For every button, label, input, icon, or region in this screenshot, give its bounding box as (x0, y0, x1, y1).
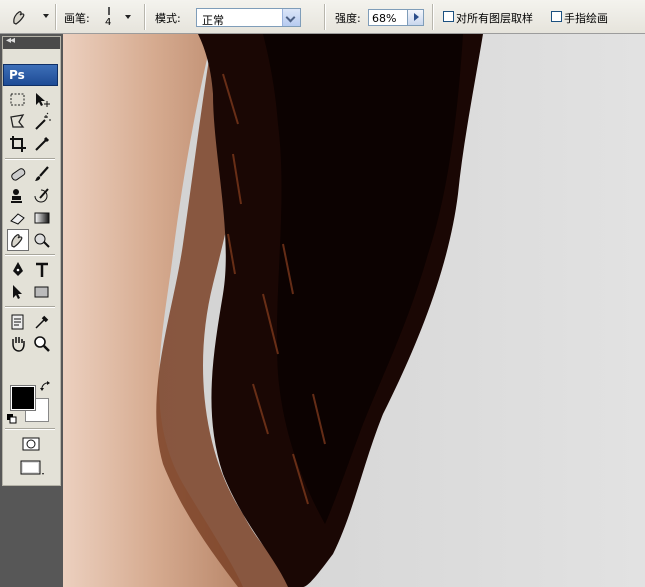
zoom-icon (34, 336, 50, 352)
toolbox-header[interactable]: ◂◂ (3, 35, 60, 49)
marquee-icon (10, 93, 25, 106)
foreground-color-swatch[interactable] (10, 385, 36, 411)
brush-tip-icon (108, 7, 110, 15)
crop-icon (10, 136, 26, 152)
finger-painting-label: 手指绘画 (564, 12, 608, 25)
image-canvas[interactable] (63, 34, 645, 587)
eraser-icon (10, 213, 25, 225)
screen-mode-icon (20, 460, 44, 475)
sample-all-layers-checkbox[interactable] (443, 11, 454, 22)
clone-stamp-icon (11, 189, 22, 203)
divider (5, 428, 55, 430)
eyedropper-icon (35, 315, 49, 329)
strength-label: 强度: (335, 12, 361, 25)
ps-logo-text: Ps (9, 68, 25, 82)
notes-icon (11, 314, 24, 330)
smudge-tool[interactable] (7, 229, 29, 251)
strength-slider-button[interactable] (407, 9, 424, 26)
separator (55, 4, 57, 30)
collapse-icon[interactable]: ◂◂ (6, 35, 15, 46)
slice-tool[interactable] (32, 134, 52, 154)
separator (324, 4, 326, 30)
shape-tool[interactable] (32, 282, 52, 302)
pen-tool[interactable] (8, 260, 28, 280)
photo-content (63, 34, 645, 587)
lasso-icon (10, 114, 25, 128)
finger-painting-checkbox[interactable] (551, 11, 562, 22)
dodge-icon (34, 233, 50, 248)
pen-icon (13, 262, 23, 276)
options-bar: 画笔: 4 模式: 正常 强度: 68% 对所有图层取样 手指绘画 (0, 0, 645, 34)
zoom-tool[interactable] (32, 334, 52, 354)
sample-all-layers-label: 对所有图层取样 (456, 12, 533, 25)
toolbox-panel: ◂◂ Ps (0, 34, 63, 587)
divider (5, 306, 55, 308)
separator (144, 4, 146, 30)
brush-tool[interactable] (32, 164, 52, 184)
path-select-icon (13, 285, 22, 299)
mode-label: 模式: (155, 12, 181, 25)
tool-preset-picker[interactable] (6, 5, 52, 29)
magic-wand-icon (35, 112, 51, 130)
chevron-down-icon (43, 14, 49, 18)
history-brush-tool[interactable] (32, 186, 52, 206)
strength-value: 68% (372, 12, 397, 25)
mode-value: 正常 (202, 14, 224, 27)
magic-wand-tool[interactable] (32, 112, 52, 132)
quick-mask-button[interactable] (21, 434, 41, 454)
crop-tool[interactable] (8, 134, 28, 154)
smudge-icon (11, 234, 23, 248)
strength-input[interactable]: 68% (368, 9, 408, 26)
eyedropper-slice-icon (35, 136, 50, 151)
divider (5, 254, 55, 256)
smudge-finger-icon (13, 11, 25, 25)
mode-select[interactable]: 正常 (196, 8, 301, 27)
healing-brush-tool[interactable] (8, 164, 28, 184)
gradient-icon (34, 212, 50, 224)
move-tool[interactable] (32, 90, 52, 110)
marquee-tool[interactable] (8, 90, 28, 110)
brush-dropdown-arrow[interactable] (125, 15, 131, 19)
screen-mode-button[interactable] (19, 458, 45, 478)
ps-logo[interactable]: Ps (3, 64, 58, 86)
brush-size-value: 4 (105, 17, 112, 28)
healing-brush-icon (11, 168, 26, 181)
type-icon (36, 262, 48, 277)
gradient-tool[interactable] (32, 208, 52, 228)
lasso-tool[interactable] (8, 112, 28, 132)
swap-colors-icon[interactable] (40, 381, 52, 393)
brush-icon (35, 166, 49, 181)
hand-icon (12, 337, 25, 352)
notes-tool[interactable] (8, 312, 28, 332)
chevron-down-icon[interactable] (282, 9, 300, 26)
path-selection-tool[interactable] (8, 282, 28, 302)
dodge-tool[interactable] (32, 230, 52, 250)
clone-stamp-tool[interactable] (8, 186, 28, 206)
divider (5, 158, 55, 160)
separator (432, 4, 434, 30)
default-colors-icon[interactable] (7, 414, 17, 424)
quick-mask-icon (22, 437, 40, 451)
history-brush-icon (34, 188, 49, 203)
brush-size-preview[interactable]: 4 (103, 6, 115, 28)
eyedropper-tool[interactable] (32, 312, 52, 332)
shape-icon (34, 286, 49, 298)
hand-tool[interactable] (8, 334, 28, 354)
type-tool[interactable] (32, 260, 52, 280)
brush-label: 画笔: (64, 12, 90, 25)
eraser-tool[interactable] (8, 208, 28, 228)
move-icon (36, 93, 50, 107)
